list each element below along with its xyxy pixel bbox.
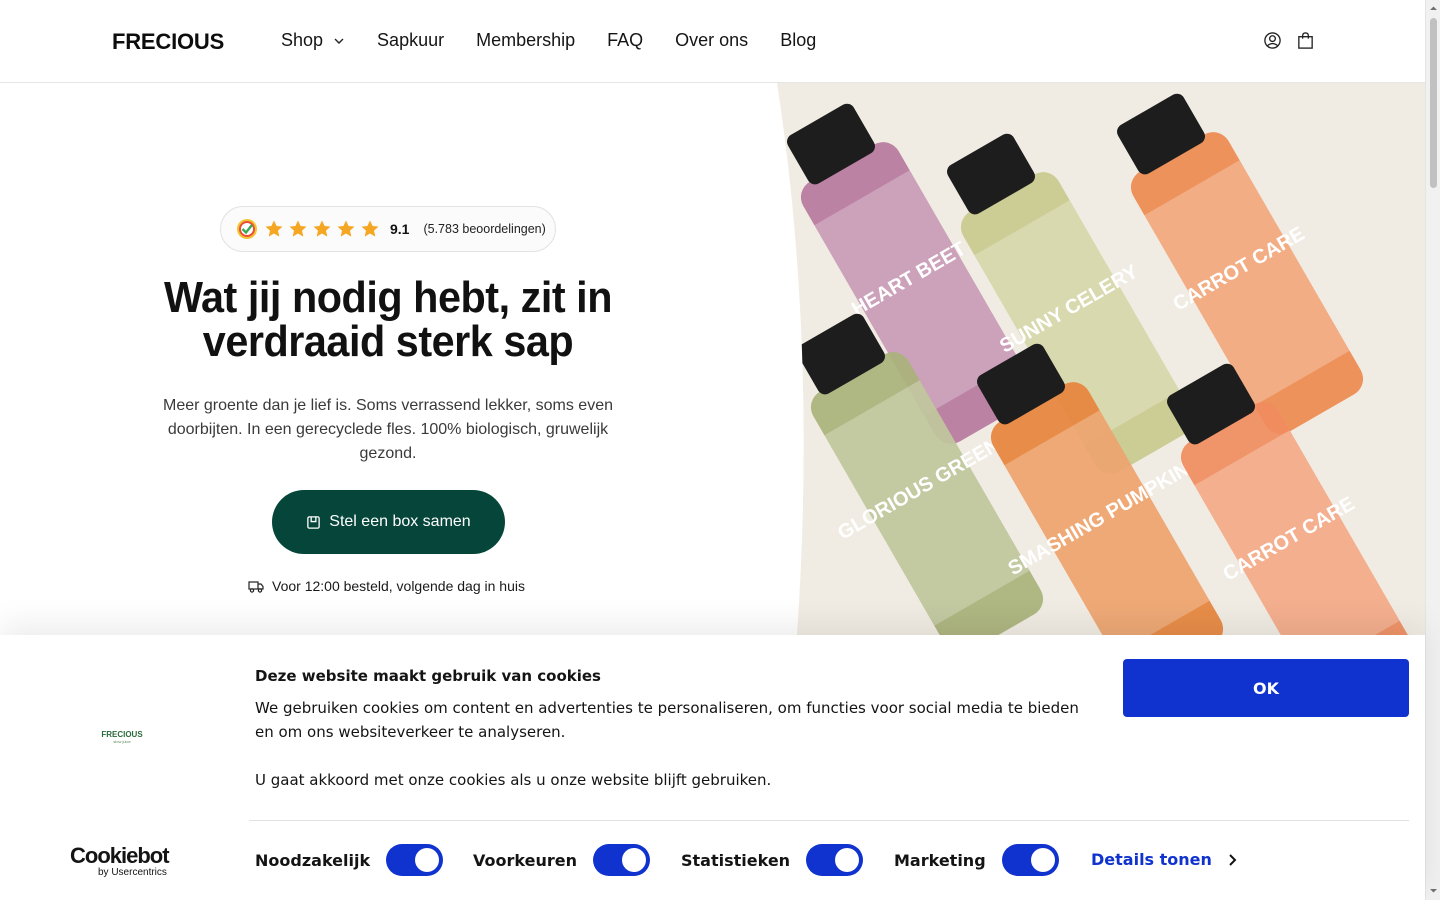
toggle-knob bbox=[835, 848, 860, 872]
nav-item-blog[interactable]: Blog bbox=[780, 30, 816, 51]
cookiebot-name: Cookiebot bbox=[70, 843, 170, 868]
main-nav: Shop Sapkuur Membership FAQ Over ons Blo… bbox=[281, 30, 816, 51]
star-icon bbox=[265, 220, 283, 237]
delivery-info: Voor 12:00 besteld, volgende dag in huis bbox=[248, 578, 525, 594]
toggle-statistics: Statistieken bbox=[681, 844, 864, 876]
details-link[interactable]: Details tonen bbox=[1091, 850, 1238, 869]
toggle-knob bbox=[621, 848, 646, 872]
toggle-preferences: Voorkeuren bbox=[473, 844, 650, 876]
star-icon bbox=[361, 220, 379, 237]
site-logo[interactable]: FRECIOUS bbox=[112, 29, 224, 55]
review-count: (5.783 beoordelingen) bbox=[423, 222, 546, 236]
hero-title: Wat jij nodig hebt, zit in verdraaid ste… bbox=[163, 273, 613, 366]
marketing-toggle[interactable] bbox=[1001, 844, 1059, 876]
toggle-marketing: Marketing bbox=[894, 844, 1059, 876]
page-scrollbar[interactable] bbox=[1425, 0, 1440, 900]
rating-score: 9.1 bbox=[390, 221, 410, 237]
cookiebot-sub: by Usercentrics bbox=[98, 867, 167, 878]
build-box-label: Stel een box samen bbox=[329, 513, 471, 530]
star-icon bbox=[337, 220, 355, 237]
cookie-logo-sub: slow juice bbox=[113, 739, 131, 744]
chevron-down-icon bbox=[334, 38, 344, 44]
statistics-toggle[interactable] bbox=[806, 844, 864, 876]
nav-item-membership[interactable]: Membership bbox=[476, 30, 575, 51]
scroll-thumb[interactable] bbox=[1430, 18, 1437, 188]
site-header: FRECIOUS Shop Sapkuur Membership FAQ Ove… bbox=[0, 0, 1425, 83]
nav-item-label: Blog bbox=[780, 30, 817, 50]
nav-item-over-ons[interactable]: Over ons bbox=[675, 30, 748, 51]
build-box-button[interactable]: Stel een box samen bbox=[272, 490, 505, 554]
cookie-ok-button[interactable]: OK bbox=[1123, 659, 1409, 717]
nav-item-label: Membership bbox=[476, 30, 576, 50]
cookie-banner: FRECIOUS slow juice Deze website maakt g… bbox=[0, 635, 1425, 900]
delivery-text: Voor 12:00 besteld, volgende dag in huis bbox=[272, 578, 525, 594]
toggle-label: Noodzakelijk bbox=[255, 850, 371, 870]
cookie-logo-text: FRECIOUS bbox=[101, 730, 143, 739]
cookie-text: We gebruiken cookies om content en adver… bbox=[255, 699, 1079, 741]
cookie-divider bbox=[249, 820, 1409, 821]
nav-item-faq[interactable]: FAQ bbox=[607, 30, 643, 51]
cart-icon[interactable] bbox=[1296, 31, 1315, 50]
cookie-consent-text: U gaat akkoord met onze cookies als u on… bbox=[255, 771, 772, 789]
hero-image: HEART BEET SUNNY CELERY CARROT CARE GLORIOU… bbox=[777, 83, 1425, 635]
scroll-up-icon[interactable] bbox=[1429, 4, 1438, 13]
nav-item-label: Shop bbox=[281, 30, 324, 50]
star-icon bbox=[313, 220, 331, 237]
chevron-right-icon bbox=[1229, 853, 1237, 866]
cookiebot-logo[interactable]: Cookiebot by Usercentrics bbox=[70, 843, 170, 879]
header-icons bbox=[1263, 31, 1315, 50]
scroll-down-icon[interactable] bbox=[1429, 886, 1438, 895]
preferences-toggle[interactable] bbox=[592, 844, 650, 876]
box-icon bbox=[307, 515, 321, 529]
juice-bottles-photo: HEART BEET SUNNY CELERY CARROT CAREGLORIOU… bbox=[777, 83, 1425, 635]
necessary-toggle[interactable] bbox=[386, 844, 444, 876]
toggle-label: Statistieken bbox=[681, 850, 791, 870]
toggle-label: Voorkeuren bbox=[473, 850, 577, 870]
nav-item-label: FAQ bbox=[607, 30, 644, 50]
truck-icon bbox=[248, 581, 264, 593]
kiyoh-logo-icon bbox=[237, 219, 257, 239]
toggle-knob bbox=[1030, 848, 1055, 872]
details-label: Details tonen bbox=[1091, 850, 1212, 869]
toggle-necessary: Noodzakelijk bbox=[255, 844, 444, 876]
cookie-site-logo: FRECIOUS slow juice bbox=[98, 731, 146, 745]
account-icon[interactable] bbox=[1263, 31, 1282, 50]
nav-item-label: Over ons bbox=[675, 30, 749, 50]
hero-subtitle: Meer groente dan je lief is. Soms verras… bbox=[163, 397, 613, 462]
toggle-label: Marketing bbox=[894, 850, 986, 870]
toggle-knob bbox=[415, 848, 440, 872]
star-icon bbox=[289, 220, 307, 237]
nav-item-label: Sapkuur bbox=[377, 30, 445, 50]
nav-item-sapkuur[interactable]: Sapkuur bbox=[377, 30, 444, 51]
rating-badge[interactable]: 9.1 (5.783 beoordelingen) bbox=[220, 206, 556, 252]
star-rating bbox=[264, 219, 380, 239]
cookie-title: Deze website maakt gebruik van cookies bbox=[255, 667, 601, 685]
nav-item-shop[interactable]: Shop bbox=[281, 30, 345, 51]
